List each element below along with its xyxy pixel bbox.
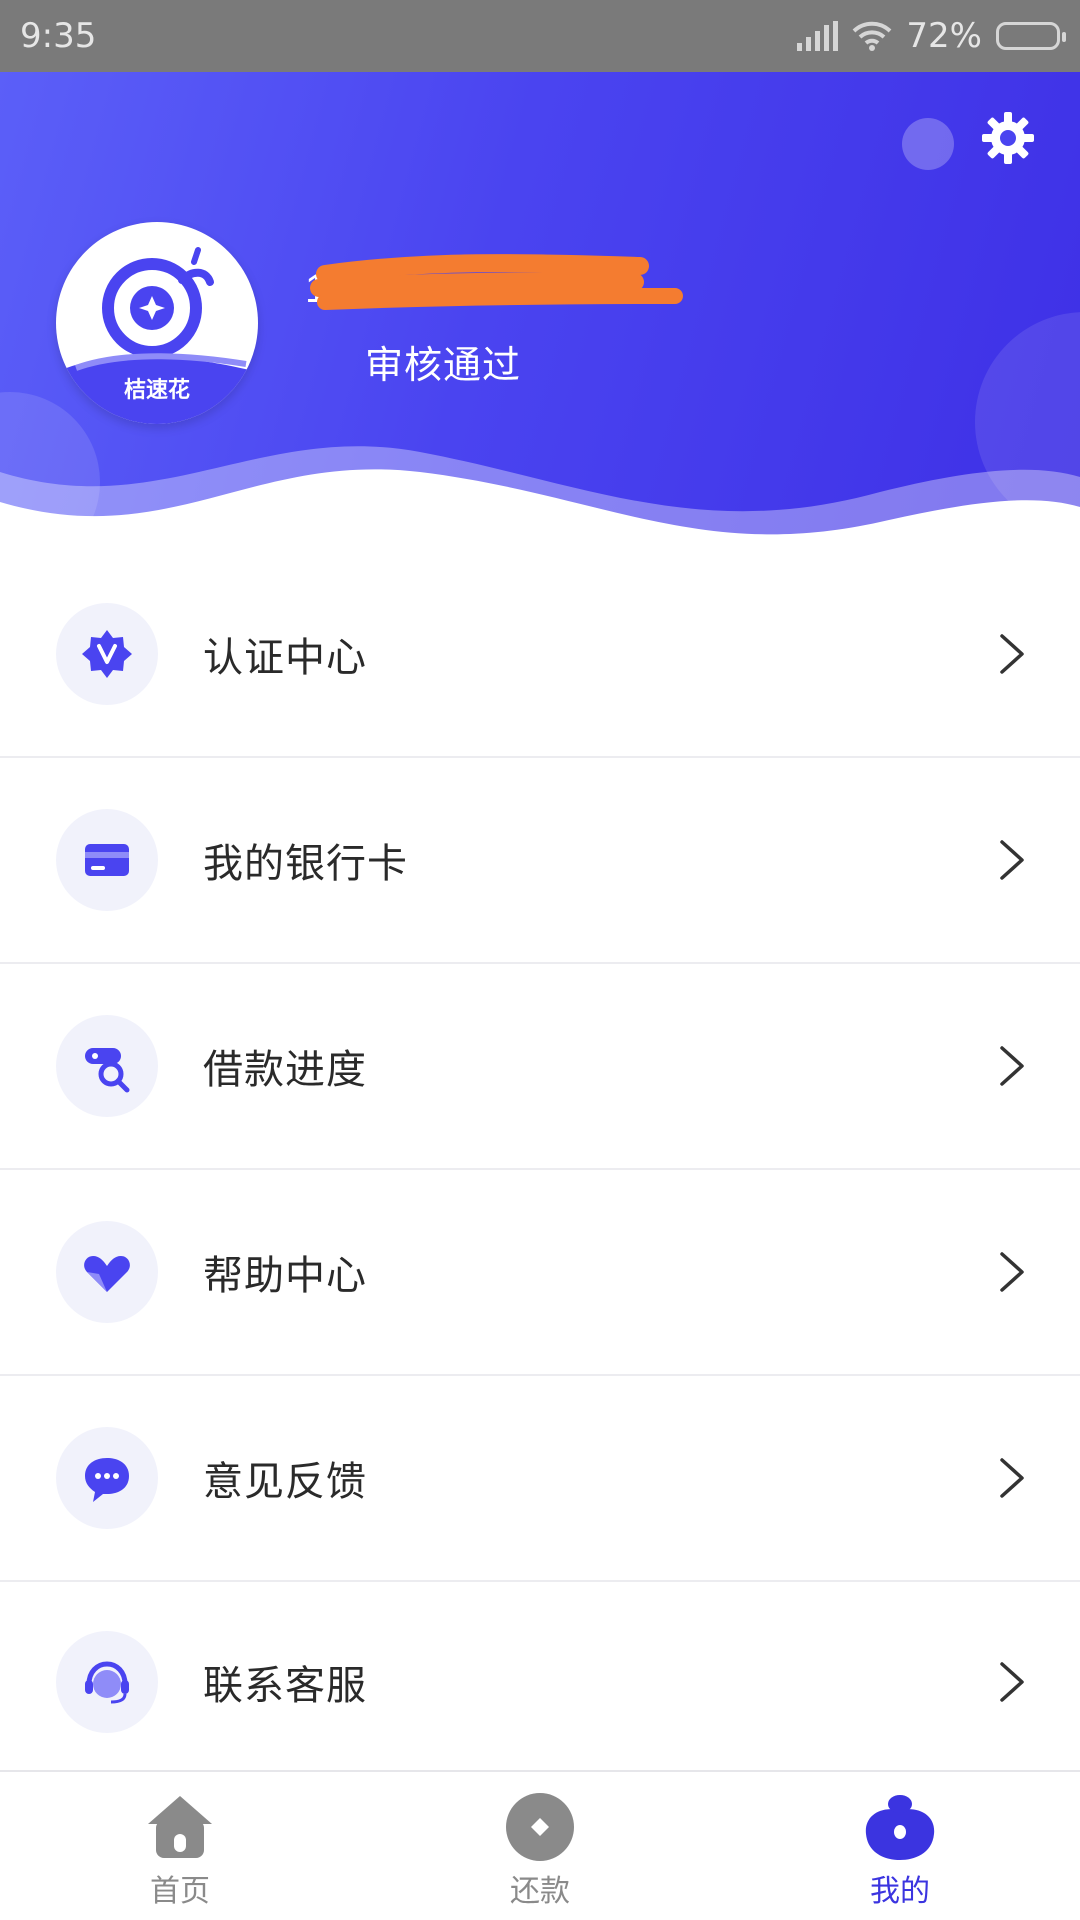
menu-label: 联系客服 (203, 1663, 367, 1709)
menu-item-verification-center[interactable]: 认证中心 (0, 552, 1080, 758)
status-bar: 9:35 72% (0, 0, 1080, 72)
avatar[interactable]: 桔速花 (56, 222, 258, 424)
menu-item-feedback[interactable]: 意见反馈 (0, 1376, 1080, 1582)
menu-item-customer-service[interactable]: 联系客服 (0, 1582, 1080, 1782)
bank-card-icon (85, 844, 129, 876)
menu-label: 认证中心 (203, 635, 367, 681)
header-wave (0, 446, 1080, 552)
signal-icon (797, 21, 839, 51)
nav-label: 首页 (150, 1874, 210, 1909)
profile-icon (865, 1795, 935, 1860)
menu-icon-bg (56, 1015, 158, 1117)
headset-icon (85, 1661, 129, 1704)
settings-button[interactable] (978, 108, 1038, 168)
decor-circle (902, 118, 954, 170)
nav-label: 我的 (870, 1874, 930, 1909)
menu-label: 帮助中心 (203, 1253, 367, 1299)
chat-bubble-icon (85, 1458, 129, 1502)
battery-percent: 72% (906, 16, 982, 56)
chevron-right-icon (1000, 1662, 1024, 1702)
verified-badge-icon (82, 630, 132, 678)
nav-item-home[interactable]: 首页 (0, 1772, 360, 1920)
status-indicators: 72% (797, 16, 1066, 56)
nav-label: 还款 (510, 1874, 570, 1909)
menu-item-help-center[interactable]: 帮助中心 (0, 1170, 1080, 1376)
heart-hands-icon (84, 1256, 130, 1292)
chevron-right-icon (1000, 1252, 1024, 1292)
menu-icon-bg (56, 1427, 158, 1529)
repay-icon (506, 1793, 574, 1861)
nav-item-repay[interactable]: 还款 (360, 1772, 720, 1920)
menu-label: 意见反馈 (203, 1459, 367, 1505)
chevron-right-icon (1000, 840, 1024, 880)
search-progress-icon (85, 1048, 130, 1093)
nav-item-profile[interactable]: 我的 (720, 1772, 1080, 1920)
menu-label: 借款进度 (203, 1047, 367, 1093)
chevron-right-icon (1000, 1458, 1024, 1498)
profile-header: 桔速花 1 审核通过 (0, 72, 1080, 552)
review-status: 审核通过 (365, 343, 522, 387)
chevron-right-icon (1000, 634, 1024, 674)
menu-icon-bg (56, 603, 158, 705)
menu-item-loan-progress[interactable]: 借款进度 (0, 964, 1080, 1170)
bottom-nav: 首页 还款 我的 (0, 1770, 1080, 1920)
gear-icon (982, 112, 1034, 164)
menu-icon-bg (56, 1221, 158, 1323)
profile-menu: 认证中心 我的银行卡 借款进度 帮助中心 意见反馈 联系客服 (0, 552, 1080, 1782)
menu-icon-bg (56, 809, 158, 911)
menu-label: 我的银行卡 (203, 841, 408, 887)
menu-item-bank-card[interactable]: 我的银行卡 (0, 758, 1080, 964)
chevron-right-icon (1000, 1046, 1024, 1086)
home-icon (148, 1796, 212, 1858)
menu-icon-bg (56, 1631, 158, 1733)
status-time: 9:35 (20, 16, 97, 56)
wifi-icon (853, 21, 892, 51)
battery-icon (996, 22, 1066, 50)
username-redacted: 1 (305, 254, 683, 311)
avatar-brand-text: 桔速花 (123, 378, 190, 403)
